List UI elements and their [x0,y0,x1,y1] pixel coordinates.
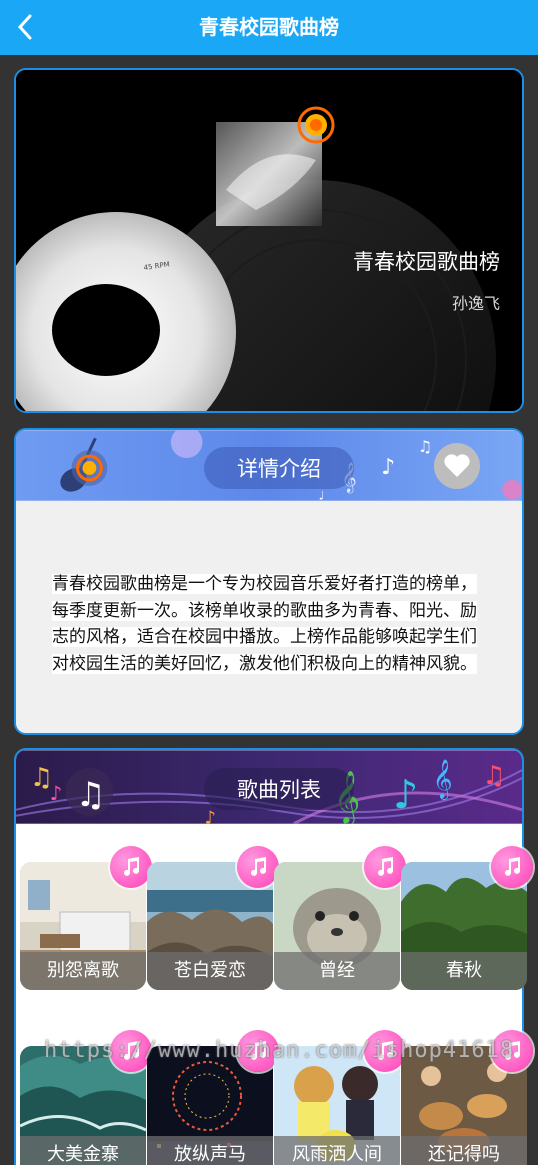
detail-section-title: 详情介绍 [204,447,354,489]
svg-text:♫: ♫ [76,775,106,814]
svg-text:♫: ♫ [482,761,505,791]
music-note-icon [237,1030,279,1072]
detail-card: 𝄞 ♪ ♫ ♩ 详情介绍 青春校园歌曲榜是一个专为校园音乐爱好者打造的榜单，每季… [14,428,524,735]
music-note-icon [491,846,533,888]
svg-text:♪: ♪ [205,808,216,824]
heart-icon [444,454,470,477]
song-title: 春秋 [401,952,527,990]
svg-text:♪: ♪ [381,455,395,480]
song-title: 放纵声马 [147,1136,273,1165]
music-note-icon [110,1030,152,1072]
playlist-title: 青春校园歌曲榜 [353,250,500,274]
music-note-icon [110,846,152,888]
song-title: 曾经 [274,952,400,990]
svg-text:♫: ♫ [418,437,432,456]
svg-text:♪: ♪ [50,782,63,805]
song-title: 风雨洒人间 [274,1136,400,1165]
music-note-icon [364,1030,406,1072]
svg-text:𝄞: 𝄞 [433,759,453,800]
playlist-description: 青春校园歌曲榜是一个专为校园音乐爱好者打造的榜单，每季度更新一次。该榜单收录的歌… [52,574,477,674]
song-list-section-title: 歌曲列表 [204,768,354,810]
svg-text:♩: ♩ [319,489,325,501]
playlist-author: 孙逸飞 [451,294,500,313]
vinyl-cover-image: 45 RPM [16,70,522,411]
music-note-icon [237,846,279,888]
music-note-icon [364,846,406,888]
song-title: 还记得吗 [401,1136,527,1165]
favorite-button[interactable] [434,443,480,489]
song-title: 大美金寨 [20,1136,146,1165]
song-title: 苍白爱恋 [147,952,273,990]
page-title: 青春校园歌曲榜 [199,15,339,39]
app-header: 青春校园歌曲榜 [0,0,538,55]
svg-text:♪: ♪ [393,772,418,818]
music-note-icon [491,1030,533,1072]
playlist-cover-card: 45 RPM 青春校园歌曲榜 孙逸飞 [14,68,524,413]
song-title: 别怨离歌 [20,952,146,990]
